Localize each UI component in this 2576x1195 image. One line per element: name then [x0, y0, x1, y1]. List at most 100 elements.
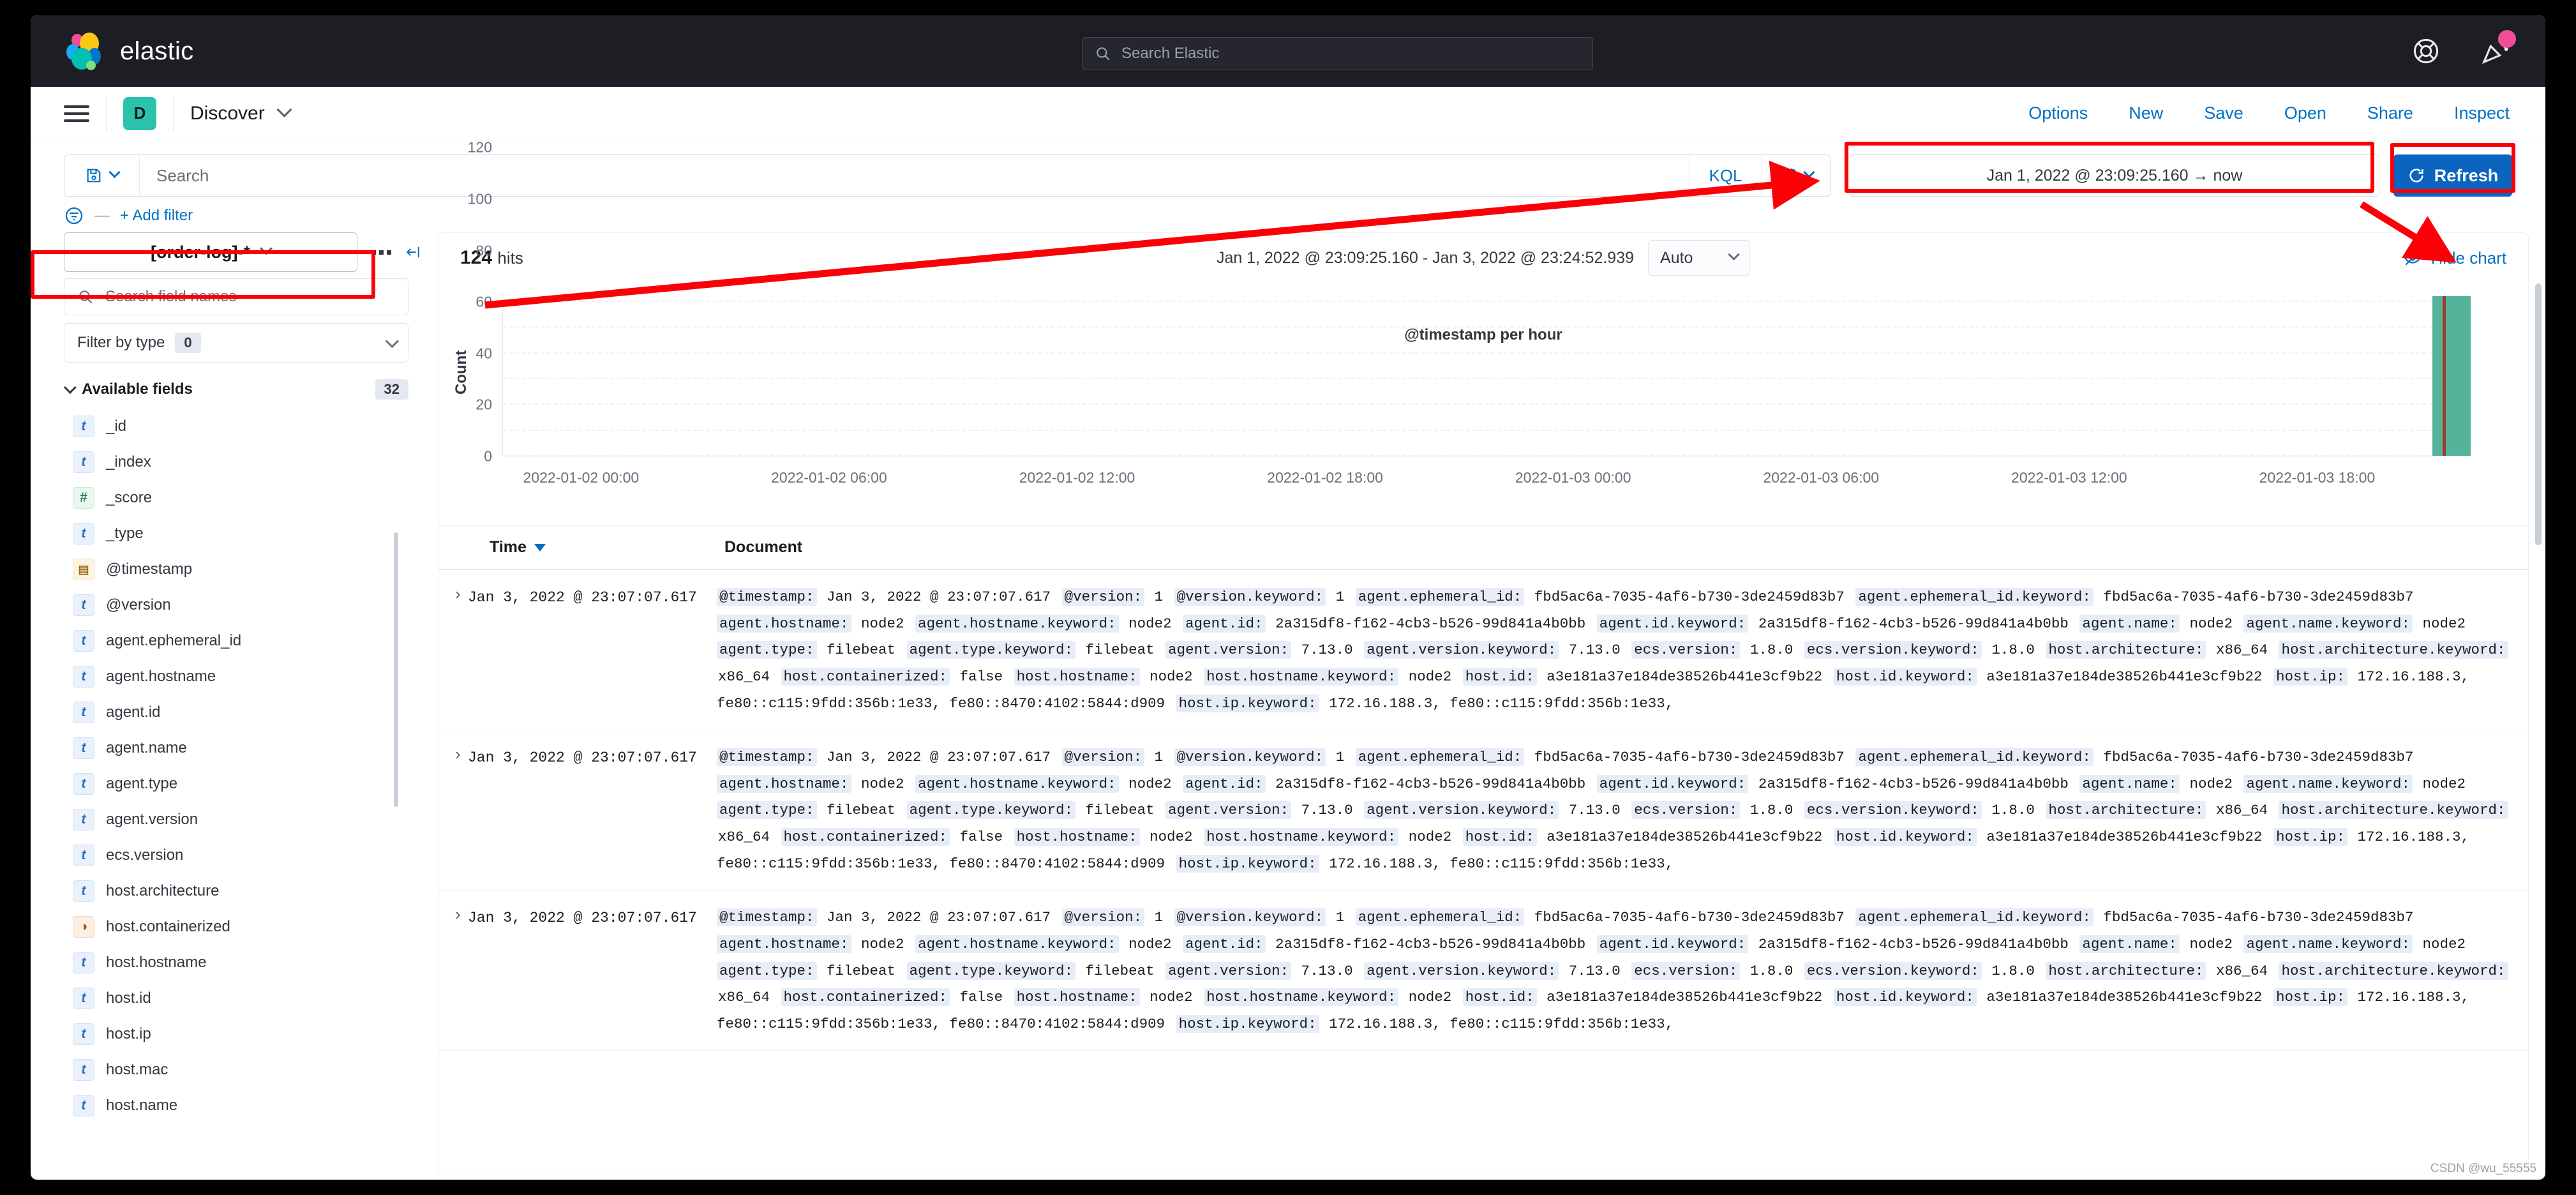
- field-item[interactable]: t host.ip: [64, 1016, 421, 1052]
- doc-field-name: host.containerized:: [781, 667, 950, 686]
- field-item[interactable]: t agent.type: [64, 766, 421, 802]
- doc-field-value: 1.8.0: [1982, 962, 2044, 979]
- chevron-down-icon: [109, 166, 121, 178]
- date-range-picker[interactable]: Jan 1, 2022 @ 23:09:25.160 → now: [1850, 154, 2379, 197]
- field-item[interactable]: t agent.version: [64, 802, 421, 838]
- field-item[interactable]: t agent.hostname: [64, 659, 421, 695]
- chart-plot-area[interactable]: 0 20 40 60 80 100 120: [468, 139, 2471, 465]
- expand-row-button[interactable]: ›: [438, 584, 468, 717]
- new-button[interactable]: New: [2129, 103, 2163, 123]
- field-item[interactable]: ◑ host.containerized: [64, 909, 421, 945]
- field-name: host.hostname: [106, 954, 207, 971]
- elastic-brand[interactable]: elastic: [31, 31, 193, 71]
- expand-row-button[interactable]: ›: [438, 744, 468, 877]
- party-popper-icon[interactable]: [2480, 30, 2516, 66]
- field-name: agent.version: [106, 811, 198, 828]
- chevron-down-icon[interactable]: [276, 101, 292, 117]
- collapse-panel-icon[interactable]: [405, 243, 421, 261]
- refresh-icon: [2409, 169, 2423, 183]
- field-item[interactable]: t agent.ephemeral_id: [64, 623, 421, 659]
- table-row[interactable]: › Jan 3, 2022 @ 23:07:07.617 @timestamp: J…: [438, 730, 2528, 891]
- field-item[interactable]: t _index: [64, 444, 421, 480]
- field-search-input[interactable]: Search field names: [64, 278, 408, 315]
- field-item[interactable]: t host.name: [64, 1088, 421, 1124]
- doc-field-value: 2a315df8-f162-4cb3-b526-99d841a4b0bb: [1266, 775, 1594, 792]
- field-item[interactable]: # _score: [64, 480, 421, 516]
- filter-list-icon[interactable]: [64, 206, 84, 226]
- discover-body: [order-log]-* Search field names Filter …: [31, 139, 2545, 1173]
- field-item[interactable]: t _type: [64, 516, 421, 552]
- field-type-icon: t: [73, 702, 94, 723]
- doc-field-name: agent.type:: [717, 801, 817, 820]
- doc-field-value: node2: [2414, 775, 2466, 792]
- chevron-down-icon: [1728, 248, 1740, 260]
- sidebar-scrollbar[interactable]: [394, 532, 398, 807]
- doc-field-value: node2: [1120, 775, 1181, 792]
- histogram-bar[interactable]: [2432, 296, 2471, 456]
- chart-time-range: Jan 1, 2022 @ 23:09:25.160 - Jan 3, 2022…: [438, 240, 2528, 276]
- save-button[interactable]: Save: [2204, 103, 2243, 123]
- three-dots-icon[interactable]: [371, 250, 392, 255]
- field-search-placeholder: Search field names: [105, 288, 237, 305]
- filter-by-type-dropdown[interactable]: Filter by type 0: [64, 323, 408, 363]
- hide-chart-button[interactable]: Hide chart: [2403, 248, 2506, 268]
- search-icon: [1097, 47, 1110, 61]
- lifebuoy-icon[interactable]: [2411, 36, 2441, 66]
- hamburger-menu-icon[interactable]: [64, 101, 89, 126]
- table-row[interactable]: › Jan 3, 2022 @ 23:07:07.617 @timestamp: J…: [438, 891, 2528, 1051]
- doc-field-name: agent.hostname:: [717, 614, 851, 633]
- field-item[interactable]: t host.id: [64, 981, 421, 1016]
- field-item[interactable]: t _id: [64, 409, 421, 444]
- main-scrollbar[interactable]: [2535, 283, 2542, 545]
- field-item[interactable]: t agent.name: [64, 730, 421, 766]
- field-item[interactable]: t host.hostname: [64, 945, 421, 981]
- field-name: ecs.version: [106, 846, 184, 864]
- expand-row-button[interactable]: ›: [438, 905, 468, 1037]
- inspect-button[interactable]: Inspect: [2454, 103, 2510, 123]
- refresh-button[interactable]: Refresh: [2393, 154, 2512, 197]
- global-search-input[interactable]: Search Elastic: [1082, 37, 1593, 70]
- doc-field-name: agent.name:: [2079, 935, 2180, 953]
- histogram-chart[interactable]: Count 0 20 40 60 80 100 120 2022-01-02 00:00 20…: [438, 139, 2528, 525]
- doc-field-value: Jan 3, 2022 @ 23:07:07.617: [818, 749, 1060, 766]
- index-pattern-selector[interactable]: [order-log]-*: [64, 232, 358, 272]
- field-item[interactable]: t host.mac: [64, 1052, 421, 1088]
- doc-field-name: agent.version:: [1165, 641, 1292, 659]
- doc-field-value: node2: [2414, 615, 2466, 632]
- doc-field-value: x86_64: [2207, 962, 2277, 979]
- doc-field-name: agent.ephemeral_id:: [1355, 588, 1525, 606]
- doc-field-value: 1: [1327, 909, 1353, 926]
- search-icon: [79, 290, 93, 304]
- query-bar: Search KQL Jan 1, 2022 @ 23:09:25.160 → …: [31, 140, 2545, 197]
- kql-button[interactable]: KQL: [1689, 155, 1761, 196]
- field-item[interactable]: ▤ @timestamp: [64, 552, 421, 587]
- doc-field-name: agent.name.keyword:: [2243, 774, 2413, 793]
- doc-field-value: node2: [1141, 989, 1202, 1006]
- field-item[interactable]: t agent.id: [64, 695, 421, 730]
- doc-field-name: agent.version.keyword:: [1364, 961, 1559, 980]
- sort-descending-icon[interactable]: [534, 543, 546, 552]
- doc-field-value: 2a315df8-f162-4cb3-b526-99d841a4b0bb: [1266, 935, 1594, 952]
- add-filter-button[interactable]: + Add filter: [120, 207, 193, 225]
- options-button[interactable]: Options: [2028, 103, 2088, 123]
- interval-select[interactable]: Auto: [1648, 240, 1751, 276]
- doc-field-name: @version:: [1061, 908, 1145, 927]
- available-fields-header[interactable]: Available fields 32: [63, 379, 408, 400]
- x-axis-tick: 2022-01-03 18:00: [2259, 469, 2376, 486]
- open-button[interactable]: Open: [2284, 103, 2326, 123]
- share-button[interactable]: Share: [2367, 103, 2413, 123]
- doc-field-name: host.containerized:: [781, 828, 950, 846]
- table-row[interactable]: › Jan 3, 2022 @ 23:07:07.617 @timestamp: J…: [438, 570, 2528, 731]
- doc-field-name: host.id.keyword:: [1833, 667, 1977, 686]
- date-quick-select-button[interactable]: [1761, 155, 1830, 196]
- field-item[interactable]: t @version: [64, 587, 421, 623]
- doc-field-name: agent.version.keyword:: [1364, 641, 1559, 659]
- saved-query-button[interactable]: [64, 155, 140, 196]
- doc-field-value: node2: [2180, 775, 2242, 792]
- field-item[interactable]: t ecs.version: [64, 838, 421, 873]
- search-input[interactable]: Search: [140, 155, 1689, 196]
- doc-field-name: agent.name.keyword:: [2243, 935, 2413, 953]
- field-item[interactable]: t host.architecture: [64, 873, 421, 909]
- available-fields-label: Available fields: [82, 380, 193, 398]
- gridline: 40: [476, 345, 2471, 405]
